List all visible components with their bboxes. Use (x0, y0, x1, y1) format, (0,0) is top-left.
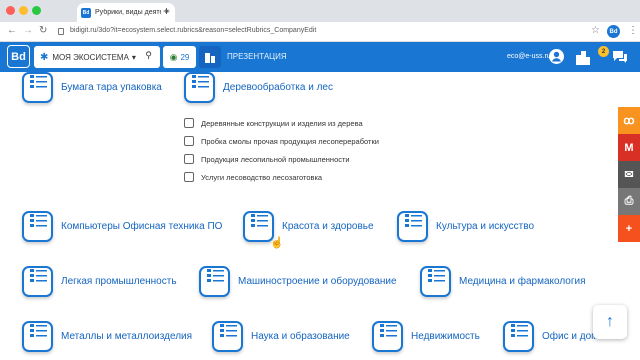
subcategory-checkbox[interactable] (184, 154, 194, 164)
category-list-icon (212, 321, 243, 352)
eye-icon: ◉ (169, 51, 178, 62)
chat-icon[interactable] (612, 50, 628, 64)
address-bar: ← → ↻ bidigit.ru/3do?it=ecosystem.select… (0, 22, 640, 42)
category-list-icon (397, 211, 428, 242)
category-list-icon (503, 321, 534, 352)
category-list-icon (22, 321, 53, 352)
views-count: 29 (180, 52, 190, 62)
building-icon (205, 53, 215, 63)
url-field[interactable]: bidigit.ru/3do?it=ecosystem.select.rubri… (70, 27, 316, 34)
share-more-button[interactable]: + (618, 215, 640, 242)
category-medicine[interactable]: Медицина и фармакология (420, 266, 586, 297)
category-list-icon (199, 266, 230, 297)
category-label: Культура и искусство (436, 221, 535, 232)
share-print-button[interactable]: ⎙ (618, 188, 640, 215)
category-label: Металлы и металлоизделия (61, 331, 193, 342)
category-label: Легкая промышленность (61, 276, 177, 287)
user-email[interactable]: eco@e-uss.ru (507, 53, 551, 60)
category-computers[interactable]: Компьютеры Офисная техника ПО (22, 211, 222, 242)
category-culture-art[interactable]: Культура и искусство (397, 211, 534, 242)
print-icon: ⎙ (624, 195, 634, 207)
top-navigation: Bd ✱ МОЯ ЭКОСИСТЕМА ▾ ⚲ ◉ 29 ПРЕЗЕНТАЦИЯ… (0, 42, 640, 72)
category-label: Деревообработка и лес (223, 82, 333, 93)
category-real-estate[interactable]: Недвижимость (372, 321, 480, 352)
category-label: Недвижимость (411, 331, 480, 342)
maximize-window-icon[interactable] (32, 6, 41, 15)
gmail-icon: M (624, 141, 634, 154)
category-list-icon (22, 72, 53, 103)
subcategory-label: Услуги лесоводство лесозаготовка (201, 172, 323, 182)
plus-icon: + (625, 222, 633, 235)
bookmark-star-icon[interactable]: ☆ (591, 25, 600, 36)
category-machinery[interactable]: Машиностроение и оборудование (199, 266, 397, 297)
category-label: Машиностроение и оборудование (238, 276, 397, 287)
odnoklassniki-icon: ꝏ (623, 115, 635, 127)
company-button[interactable] (199, 46, 221, 68)
category-list-icon (420, 266, 451, 297)
share-gmail-button[interactable]: M (618, 134, 640, 161)
subcategory-checkbox[interactable] (184, 118, 194, 128)
forward-button[interactable]: → (23, 25, 33, 36)
ecosystem-label: МОЯ ЭКОСИСТЕМА (52, 52, 129, 62)
category-office-home[interactable]: Офис и дом (503, 321, 598, 352)
browser-tab[interactable]: Bd Рубрики, виды деятельности × (77, 3, 175, 22)
category-label: Красота и здоровье (282, 221, 374, 232)
subcategory-checkbox[interactable] (184, 172, 194, 182)
subcategory-item[interactable]: Деревянные конструкции и изделия из дере… (184, 118, 363, 128)
notification-badge: 2 (598, 46, 609, 57)
user-avatar-icon[interactable] (549, 49, 564, 64)
category-list-icon (22, 211, 53, 242)
minimize-window-icon[interactable] (19, 6, 28, 15)
browser-menu-icon[interactable]: ⋮ (628, 25, 638, 36)
back-button[interactable]: ← (7, 25, 17, 36)
category-woodworking[interactable]: Деревообработка и лес (184, 72, 333, 103)
mail-icon: ✉ (624, 169, 634, 181)
browser-tab-bar: Bd Рубрики, виды деятельности × + (0, 0, 640, 22)
category-label: Медицина и фармакология (459, 276, 586, 287)
category-light-industry[interactable]: Легкая промышленность (22, 266, 177, 297)
subcategory-label: Деревянные конструкции и изделия из дере… (201, 118, 363, 128)
subcategory-label: Продукция лесопильной промышленности (201, 154, 350, 164)
rubrics-content: Бумага тара упаковка Деревообработка и л… (0, 72, 640, 360)
new-tab-button[interactable]: + (163, 4, 170, 18)
chevron-down-icon: ▾ (131, 52, 136, 62)
category-label: Наука и образование (251, 331, 350, 342)
category-label: Бумага тара упаковка (61, 82, 162, 93)
city-icon[interactable] (575, 49, 591, 65)
category-label: Компьютеры Офисная техника ПО (61, 221, 223, 232)
site-logo[interactable]: Bd (7, 45, 30, 68)
subcategory-checkbox[interactable] (184, 136, 194, 146)
browser-profile-avatar[interactable]: Bd (607, 25, 620, 38)
site-favicon-icon: Bd (81, 7, 91, 18)
views-counter-button[interactable]: ◉ 29 (163, 46, 196, 68)
subcategory-item[interactable]: Пробка смолы прочая продукция лесоперера… (184, 136, 379, 146)
search-icon[interactable]: ⚲ (145, 50, 152, 61)
subcategory-item[interactable]: Продукция лесопильной промышленности (184, 154, 350, 164)
scroll-to-top-button[interactable]: ↑ (593, 305, 627, 339)
gear-icon: ✱ (40, 51, 49, 63)
category-metals[interactable]: Металлы и металлоизделия (22, 321, 192, 352)
lock-icon (58, 28, 64, 35)
category-list-icon (184, 72, 215, 103)
presentation-link[interactable]: ПРЕЗЕНТАЦИЯ (227, 52, 287, 61)
reload-button[interactable]: ↻ (39, 25, 47, 36)
subcategory-item[interactable]: Услуги лесоводство лесозаготовка (184, 172, 322, 182)
ecosystem-dropdown[interactable]: ✱ МОЯ ЭКОСИСТЕМА ▾ ⚲ (34, 46, 160, 68)
category-science-education[interactable]: Наука и образование (212, 321, 350, 352)
subcategory-label: Пробка смолы прочая продукция лесоперера… (201, 136, 379, 146)
share-ok-button[interactable]: ꝏ (618, 107, 640, 134)
category-label: Офис и дом (542, 331, 599, 342)
pointer-cursor-icon: ☝ (270, 237, 284, 249)
category-beauty-health[interactable]: Красота и здоровье (243, 211, 374, 242)
category-list-icon (22, 266, 53, 297)
tab-title: Рубрики, виды деятельности (95, 9, 161, 16)
close-window-icon[interactable] (6, 6, 15, 15)
share-mail-button[interactable]: ✉ (618, 161, 640, 188)
category-paper-packaging[interactable]: Бумага тара упаковка (22, 72, 162, 103)
arrow-up-icon: ↑ (606, 313, 614, 330)
category-list-icon (372, 321, 403, 352)
